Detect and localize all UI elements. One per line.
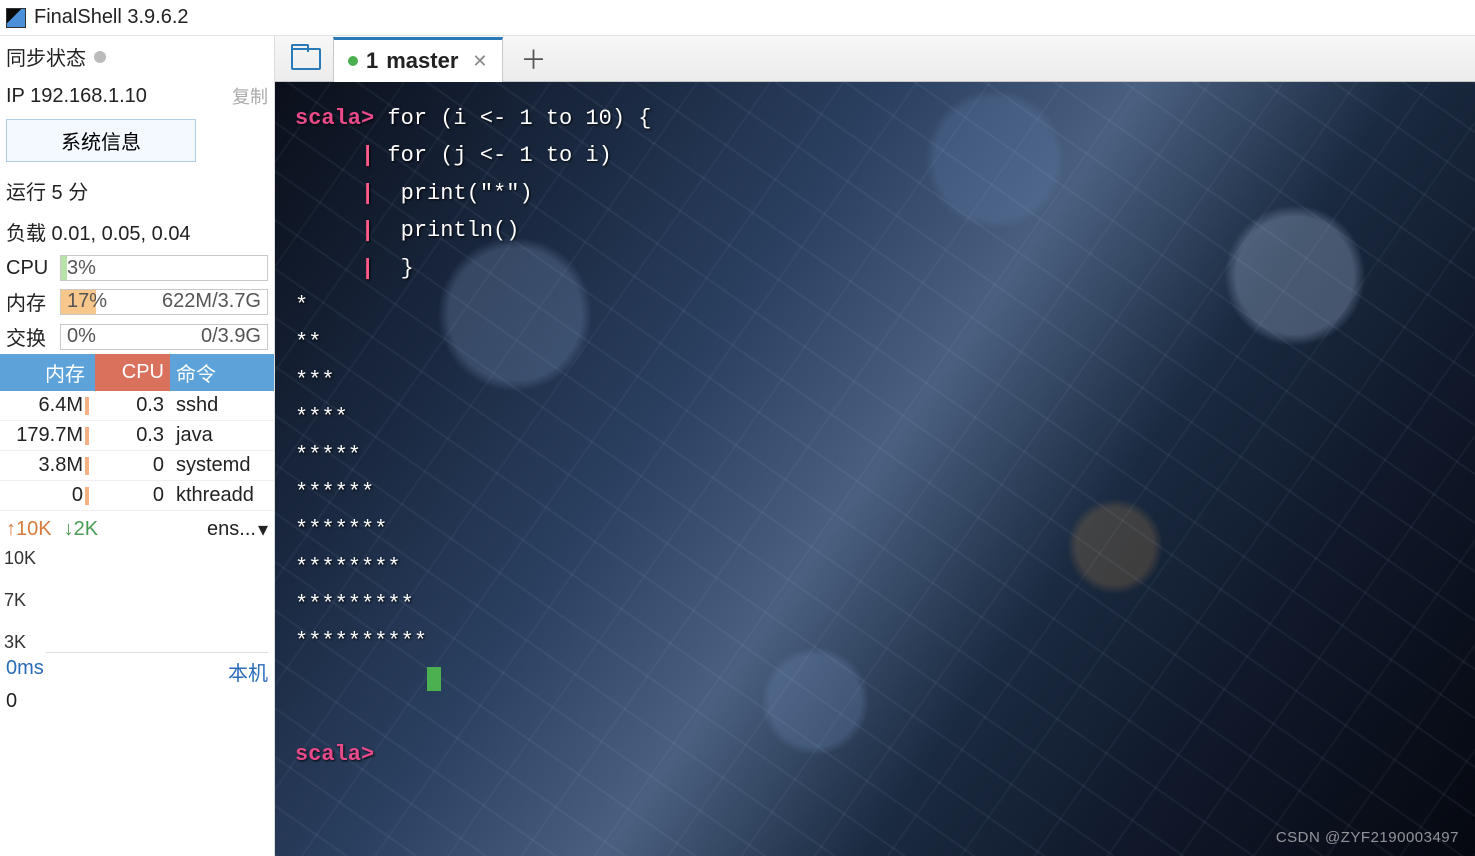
terminal[interactable]: scala> for (i <- 1 to 10) { | for (j <- … xyxy=(275,82,1475,856)
tab-master[interactable]: 1 master ✕ xyxy=(333,37,503,82)
mem-bar: 17% 622M/3.7G xyxy=(60,289,268,315)
watermark: CSDN @ZYF2190003497 xyxy=(1276,829,1459,846)
proc-header-cmd[interactable]: 命令 xyxy=(170,354,274,391)
chart-ytick: 3K xyxy=(4,632,36,653)
runtime-row: 运行 5 分 xyxy=(0,170,274,211)
sync-status-row: 同步状态 xyxy=(0,36,274,77)
cpu-pct: 3% xyxy=(67,257,96,280)
connection-dot-icon xyxy=(348,56,358,66)
ping-label[interactable]: 本机 xyxy=(228,657,268,686)
load-row: 负载 0.01, 0.05, 0.04 xyxy=(0,211,274,252)
new-tab-button[interactable]: ＋ xyxy=(503,40,565,77)
close-icon[interactable]: ✕ xyxy=(472,51,487,72)
table-row[interactable]: 00kthreadd xyxy=(0,481,274,511)
mem-detail: 622M/3.7G xyxy=(162,290,261,313)
proc-header-cpu[interactable]: CPU xyxy=(95,354,170,391)
net-down: ↓2K xyxy=(64,518,98,541)
swap-detail: 0/3.9G xyxy=(201,325,261,348)
ping-value: 0ms xyxy=(6,657,44,686)
ping-row: 0ms 本机 xyxy=(0,653,274,690)
ping-below: 0 xyxy=(6,690,17,713)
swap-row: 交换 0% 0/3.9G xyxy=(0,319,274,354)
cpu-label: CPU xyxy=(6,257,54,280)
folder-icon xyxy=(291,48,321,70)
tab-bar: 1 master ✕ ＋ xyxy=(275,36,1475,82)
swap-bar: 0% 0/3.9G xyxy=(60,324,268,350)
content-area: 1 master ✕ ＋ scala> for (i <- 1 to 10) {… xyxy=(275,36,1475,856)
chevron-down-icon: ▾ xyxy=(258,517,268,542)
copy-button[interactable]: 复制 xyxy=(232,83,268,109)
load-value: 负载 0.01, 0.05, 0.04 xyxy=(6,217,191,246)
mem-pct: 17% xyxy=(67,290,107,313)
swap-pct: 0% xyxy=(67,325,96,348)
tab-name: master xyxy=(386,48,458,74)
cpu-bar: 3% xyxy=(60,255,268,281)
proc-header-mem[interactable]: 内存 xyxy=(0,354,95,391)
open-folder-button[interactable] xyxy=(279,48,333,70)
titlebar: FinalShell 3.9.6.2 xyxy=(0,0,1475,36)
process-table: 内存 CPU 命令 6.4M0.3sshd179.7M0.3java3.8M0s… xyxy=(0,354,274,511)
mem-label: 内存 xyxy=(6,287,54,316)
system-info-button[interactable]: 系统信息 xyxy=(6,119,196,162)
ip-row: IP 192.168.1.10 复制 xyxy=(0,77,274,115)
table-row[interactable]: 6.4M0.3sshd xyxy=(0,391,274,421)
chart-ytick: 10K xyxy=(4,548,36,569)
mem-row: 内存 17% 622M/3.7G xyxy=(0,284,274,319)
table-row[interactable]: 3.8M0systemd xyxy=(0,451,274,481)
app-icon xyxy=(6,8,26,28)
ip-label: IP xyxy=(6,85,25,107)
table-row[interactable]: 179.7M0.3java xyxy=(0,421,274,451)
network-row: ↑10K ↓2K ens...▾ xyxy=(0,511,274,548)
app-title: FinalShell 3.9.6.2 xyxy=(34,6,189,29)
ip-value: 192.168.1.10 xyxy=(30,85,147,107)
sidebar: 同步状态 IP 192.168.1.10 复制 系统信息 运行 5 分 负载 0… xyxy=(0,36,275,856)
sync-status-label: 同步状态 xyxy=(6,42,86,71)
network-chart: 10K 7K 3K xyxy=(0,548,274,653)
tab-index: 1 xyxy=(366,48,378,74)
net-up: ↑10K xyxy=(6,518,52,541)
sync-status-dot xyxy=(94,51,106,63)
cpu-row: CPU 3% xyxy=(0,252,274,284)
net-interface-select[interactable]: ens...▾ xyxy=(207,517,268,542)
terminal-output: scala> for (i <- 1 to 10) { | for (j <- … xyxy=(275,82,1475,791)
chart-ytick: 7K xyxy=(4,590,36,611)
runtime-value: 运行 5 分 xyxy=(6,176,88,205)
swap-label: 交换 xyxy=(6,322,54,351)
